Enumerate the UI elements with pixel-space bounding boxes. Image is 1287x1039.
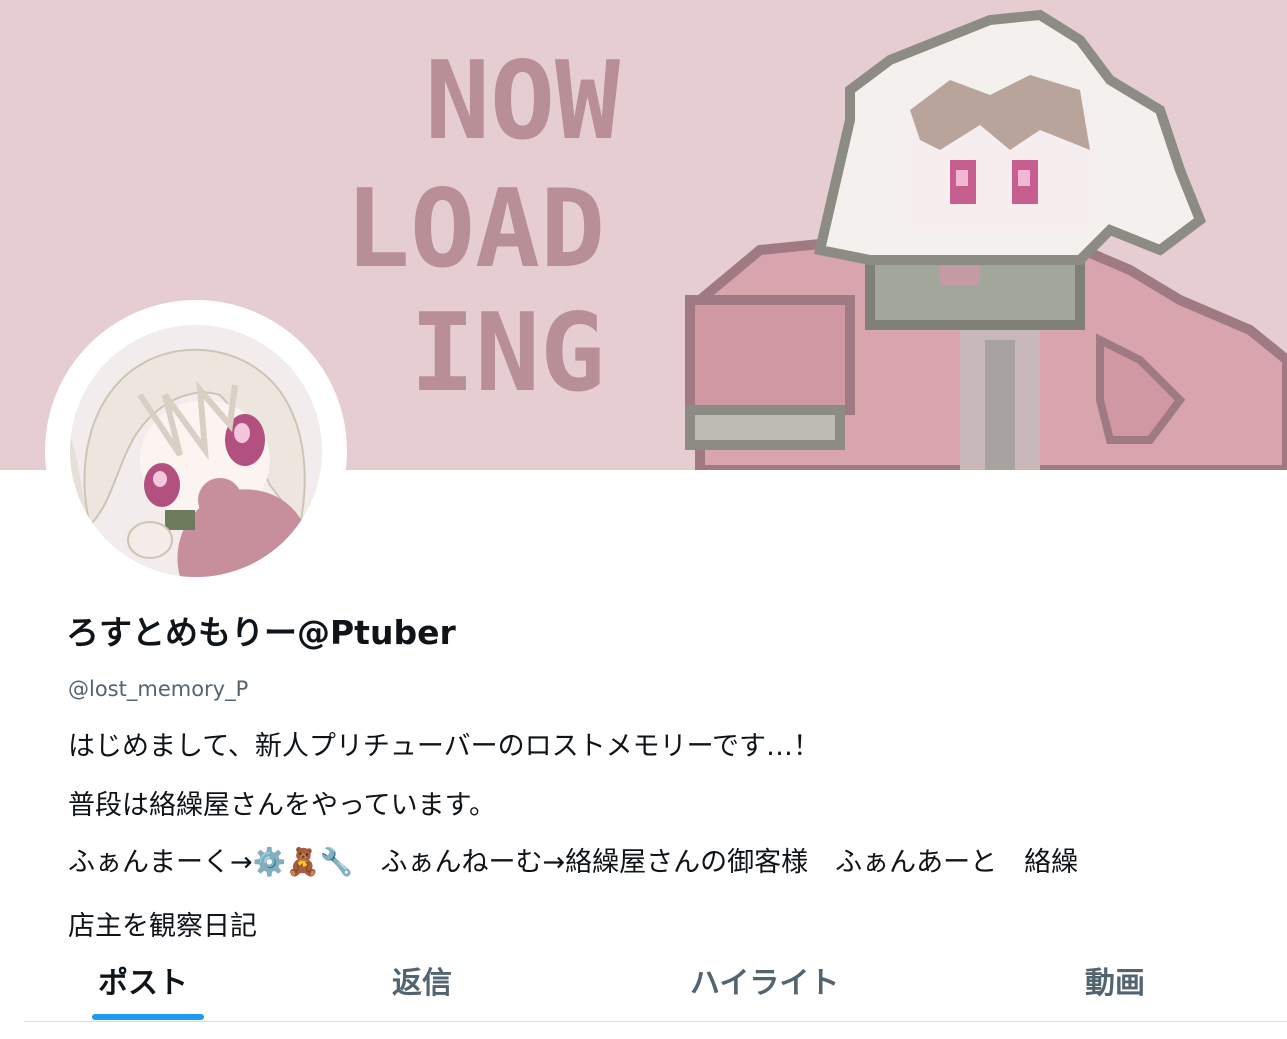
bio-line-3: ふぁんまーく→⚙️🧸🔧 ふぁんねーむ→絡繰屋さんの御客様 ふぁんあーと 絡繰 (68, 847, 1079, 878)
display-name: ろすとめもりー@Ptuber (66, 613, 456, 652)
banner-text-line-3: ING (410, 291, 605, 416)
banner-text-line-1: NOW (425, 39, 621, 164)
tab-highlights[interactable]: ハイライト (690, 958, 839, 1002)
user-handle: @lost_memory_P (68, 677, 249, 701)
avatar-illustration (70, 325, 322, 577)
bio-line-2: 普段は絡繰屋さんをやっています。 (68, 790, 496, 821)
tab-posts[interactable]: ポスト (98, 958, 188, 1002)
bio-line-4: 店主を観察日記 (68, 911, 257, 942)
tab-videos[interactable]: 動画 (1085, 958, 1145, 1002)
avatar[interactable] (70, 325, 322, 577)
active-tab-indicator (92, 1014, 204, 1020)
tab-replies[interactable]: 返信 (392, 958, 452, 1002)
bio-line-1: はじめまして、新人プリチューバーのロストメモリーです…！ (68, 731, 820, 762)
profile-tabs: ポスト 返信 ハイライト 動画 (0, 940, 1287, 1022)
tabs-divider (24, 1021, 1287, 1022)
banner-text-line-2: LOAD (345, 167, 605, 292)
